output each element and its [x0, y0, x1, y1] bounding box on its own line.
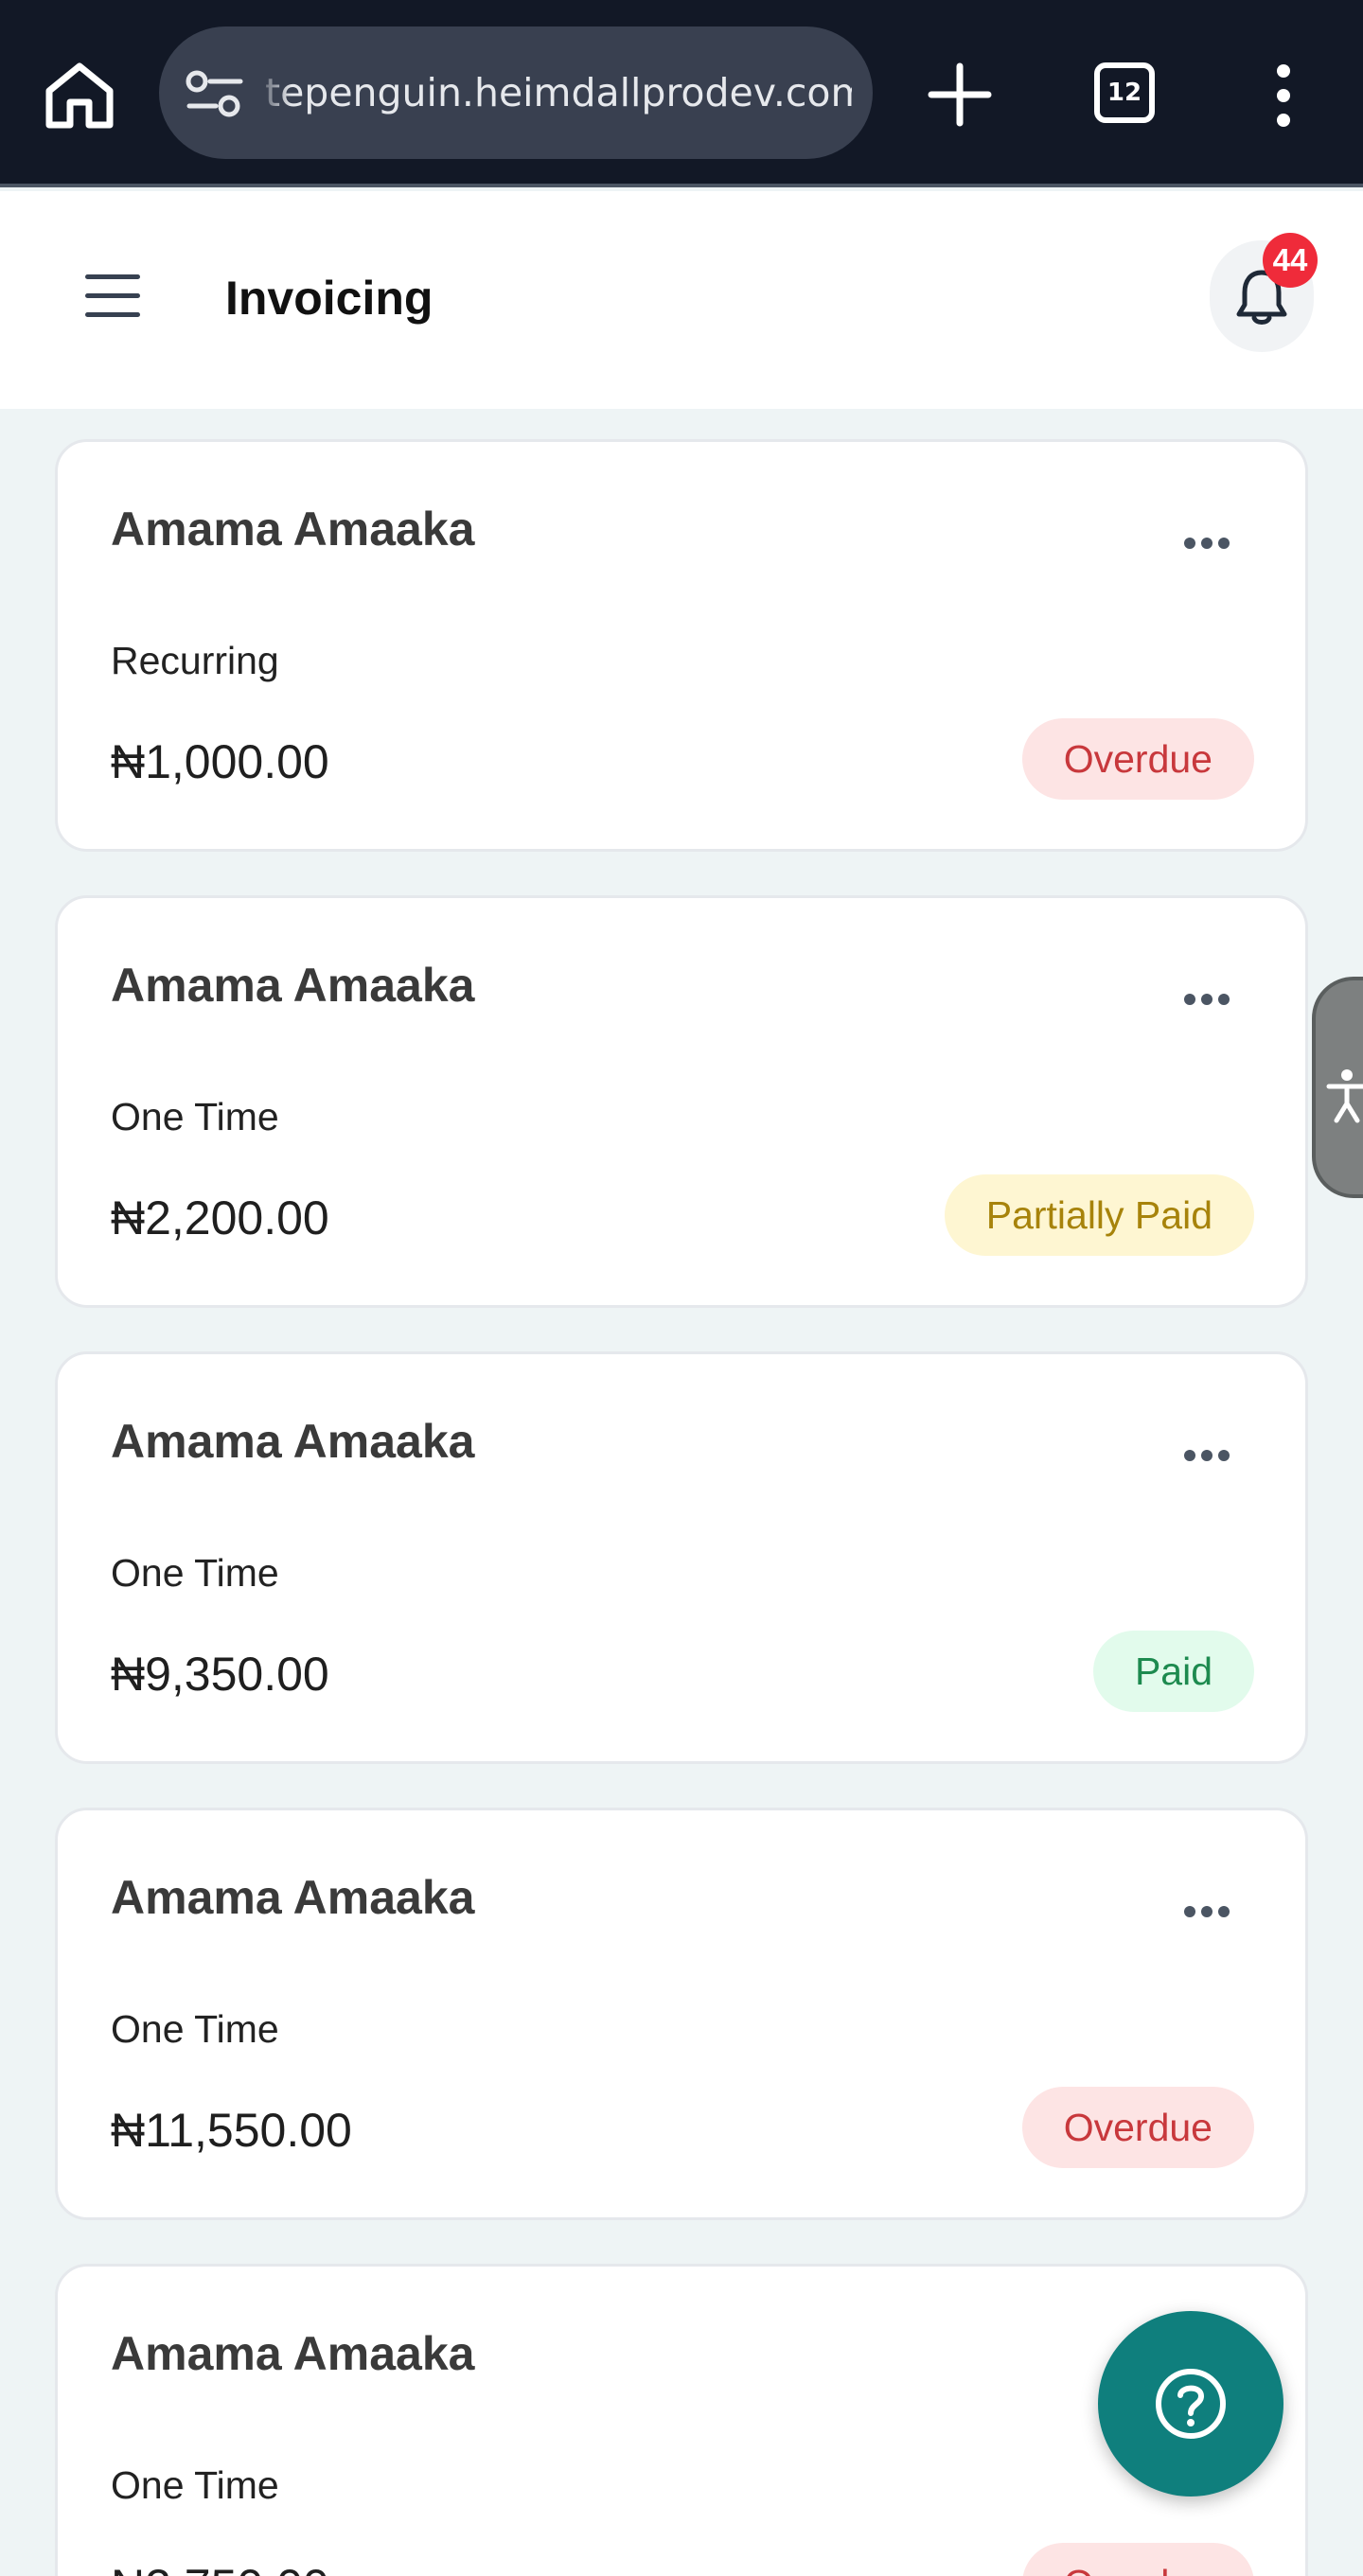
- invoice-type: One Time: [111, 1551, 279, 1595]
- help-circle-icon: [1156, 2369, 1226, 2439]
- more-options-icon[interactable]: [1184, 1449, 1241, 1477]
- client-name: Amama Amaaka: [111, 959, 475, 1012]
- accessibility-icon: [1326, 1069, 1363, 1123]
- browser-toolbar: tepenguin.heimdallprodev.com 12: [0, 0, 1363, 187]
- more-options-icon[interactable]: [1184, 993, 1241, 1021]
- url-text[interactable]: tepenguin.heimdallprodev.com: [265, 26, 852, 159]
- client-name: Amama Amaaka: [111, 2327, 475, 2380]
- invoice-card[interactable]: Amama Amaaka Recurring ₦1,000.00 Overdue: [55, 439, 1308, 852]
- invoice-card[interactable]: Amama Amaaka One Time ₦9,350.00 Paid: [55, 1351, 1308, 1764]
- page-title: Invoicing: [225, 272, 434, 325]
- invoice-amount: ₦11,550.00: [111, 2104, 352, 2157]
- app-header: Invoicing: [0, 191, 1363, 409]
- client-name: Amama Amaaka: [111, 1871, 475, 1924]
- more-options-icon[interactable]: [1184, 537, 1241, 565]
- invoice-amount: ₦2,750.00: [111, 2558, 329, 2576]
- more-options-icon[interactable]: [1184, 1905, 1241, 1933]
- home-button[interactable]: [42, 59, 117, 131]
- invoice-type: Recurring: [111, 639, 279, 682]
- invoice-card[interactable]: Amama Amaaka One Time ₦11,550.00 Overdue: [55, 1808, 1308, 2220]
- url-fade: [254, 45, 292, 140]
- status-badge: Partially Paid: [944, 1174, 1254, 1256]
- invoice-type: One Time: [111, 1095, 279, 1138]
- invoice-amount: ₦1,000.00: [111, 735, 329, 788]
- more-vertical-icon-dot: [1277, 89, 1290, 102]
- client-name: Amama Amaaka: [111, 503, 475, 556]
- new-tab-button[interactable]: [924, 59, 996, 131]
- accessibility-widget-tab[interactable]: [1312, 977, 1363, 1198]
- tab-switcher-button[interactable]: 12: [1094, 62, 1155, 123]
- more-vertical-icon-dot: [1277, 64, 1290, 78]
- browser-menu-button[interactable]: [1265, 59, 1302, 131]
- invoice-amount: ₦9,350.00: [111, 1648, 329, 1701]
- help-button[interactable]: [1098, 2311, 1283, 2497]
- invoice-type: One Time: [111, 2463, 279, 2507]
- more-vertical-icon-dot: [1277, 114, 1290, 127]
- client-name: Amama Amaaka: [111, 1415, 475, 1468]
- plus-icon: [928, 62, 992, 127]
- invoice-type: One Time: [111, 2007, 279, 2051]
- home-icon: [45, 62, 114, 129]
- status-badge: Overdue: [1021, 2087, 1254, 2168]
- notification-count-badge: 44: [1263, 233, 1318, 288]
- status-badge: Overdue: [1021, 718, 1254, 800]
- invoice-amount: ₦2,200.00: [111, 1191, 329, 1244]
- menu-icon[interactable]: [85, 274, 140, 320]
- address-bar[interactable]: tepenguin.heimdallprodev.com: [159, 26, 873, 159]
- status-badge: Paid: [1092, 1631, 1254, 1712]
- invoice-card[interactable]: Amama Amaaka One Time ₦2,200.00 Partiall…: [55, 895, 1308, 1308]
- status-badge: Overdue: [1021, 2543, 1254, 2576]
- site-settings-icon[interactable]: [184, 70, 246, 117]
